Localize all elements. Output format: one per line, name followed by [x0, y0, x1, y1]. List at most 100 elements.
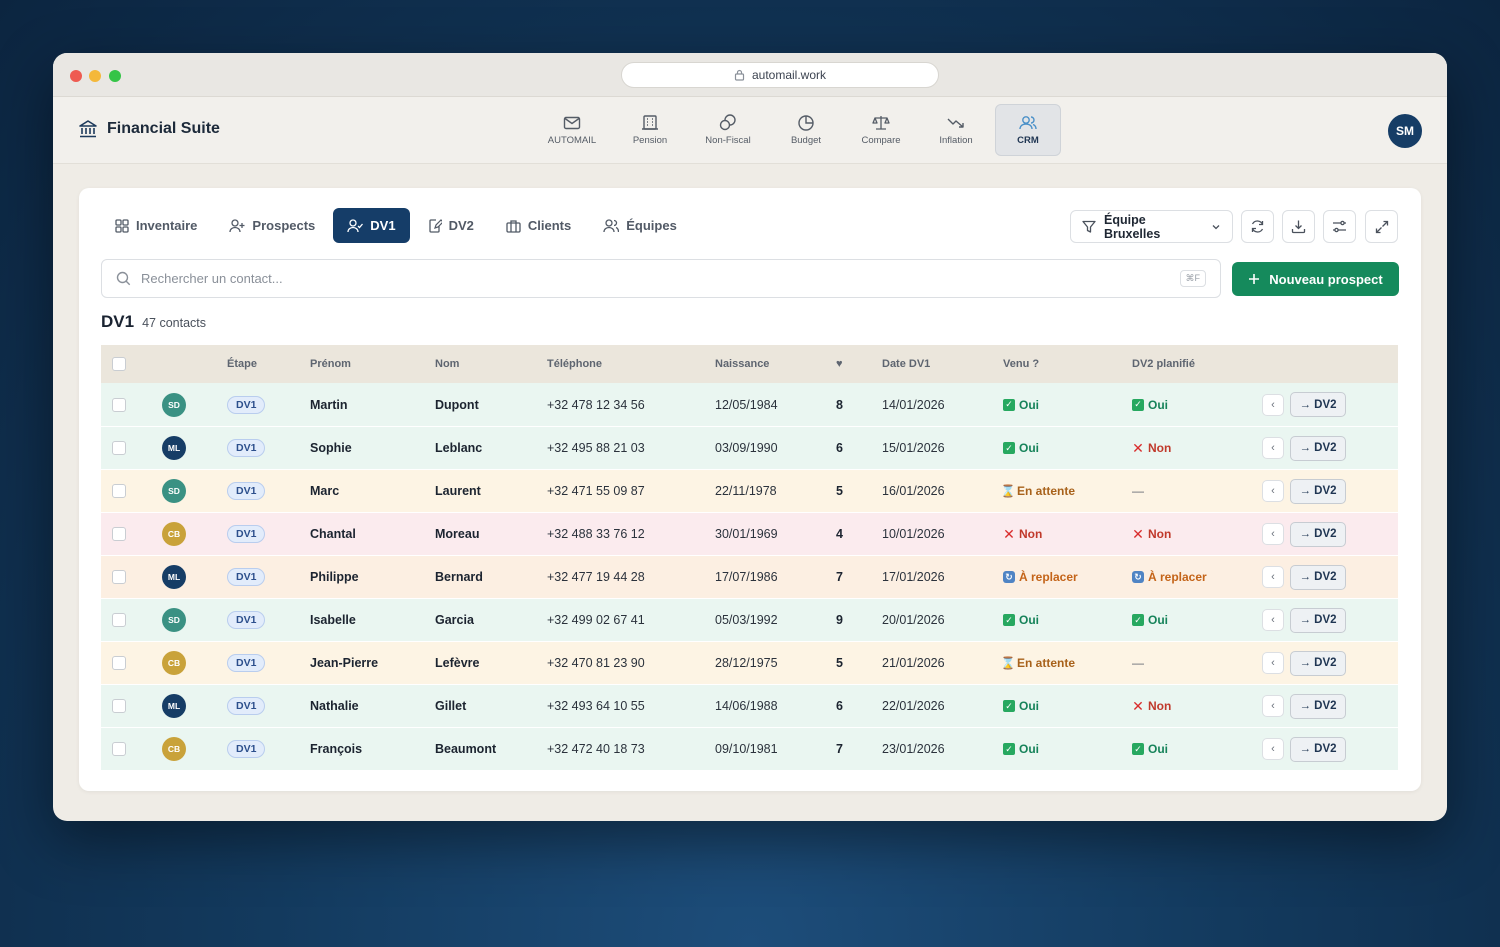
move-back-button[interactable]: ‹ — [1262, 695, 1284, 717]
minimize-window-button[interactable] — [89, 70, 101, 82]
nav-tab-label: Compare — [861, 135, 901, 146]
address-bar[interactable]: automail.work — [621, 62, 939, 88]
move-back-button[interactable]: ‹ — [1262, 609, 1284, 631]
chevron-down-icon — [1212, 224, 1220, 229]
move-to-dv2-button[interactable]: → DV2 — [1290, 478, 1346, 504]
venu-status: ✓ Oui — [1003, 742, 1039, 756]
subtab-prospects[interactable]: Prospects — [215, 208, 329, 243]
grid-icon — [115, 218, 129, 233]
move-back-button[interactable]: ‹ — [1262, 523, 1284, 545]
table-row[interactable]: SD DV1 Martin Dupont +32 478 12 34 56 12/05/1… — [101, 383, 1398, 426]
col-score-heart[interactable]: ♥ — [836, 345, 843, 383]
move-to-dv2-button[interactable]: → DV2 — [1290, 607, 1346, 633]
table-row[interactable]: ML DV1 Sophie Leblanc +32 495 88 21 03 03/09/… — [101, 426, 1398, 469]
move-back-button[interactable]: ‹ — [1262, 566, 1284, 588]
user-avatar[interactable]: SM — [1388, 114, 1422, 148]
venu-status-text: Oui — [1019, 397, 1039, 412]
venu-status: ✓ Oui — [1003, 613, 1039, 627]
col-telephone[interactable]: Téléphone — [547, 345, 602, 383]
table-row[interactable]: CB DV1 François Beaumont +32 472 40 18 73 09/… — [101, 727, 1398, 770]
download-button[interactable] — [1282, 210, 1315, 243]
expand-button[interactable] — [1365, 210, 1398, 243]
subtab-clients[interactable]: Clients — [492, 208, 585, 243]
avatar: CB — [162, 522, 186, 546]
last-name: Leblanc — [435, 441, 483, 455]
row-checkbox[interactable] — [112, 527, 126, 541]
subtab-equipes[interactable]: Équipes — [589, 208, 691, 243]
move-back-button[interactable]: ‹ — [1262, 480, 1284, 502]
table-row[interactable]: CB DV1 Chantal Moreau +32 488 33 76 12 30/01/… — [101, 512, 1398, 555]
bank-icon — [79, 120, 97, 138]
avatar: ML — [162, 565, 186, 589]
nav-tab-inflation[interactable]: Inflation — [917, 104, 995, 156]
move-to-dv2-button[interactable]: → DV2 — [1290, 650, 1346, 676]
subtab-dv1[interactable]: DV1 — [333, 208, 410, 243]
row-checkbox[interactable] — [112, 613, 126, 627]
row-checkbox[interactable] — [112, 742, 126, 756]
nav-tab-compare[interactable]: Compare — [845, 104, 917, 156]
row-checkbox[interactable] — [112, 699, 126, 713]
col-dv2-planifie[interactable]: DV2 planifié — [1132, 345, 1195, 383]
move-to-dv2-button[interactable]: → DV2 — [1290, 392, 1346, 417]
maximize-window-button[interactable] — [109, 70, 121, 82]
move-to-dv2-button[interactable]: → DV2 — [1290, 435, 1346, 461]
sliders-icon — [1333, 220, 1346, 233]
user-plus-icon — [229, 218, 245, 232]
nav-tab-budget[interactable]: Budget — [767, 104, 845, 156]
nav-tab-pension[interactable]: Pension — [611, 104, 689, 156]
move-back-button[interactable]: ‹ — [1262, 393, 1284, 416]
row-checkbox[interactable] — [112, 656, 126, 670]
refresh-button[interactable] — [1241, 210, 1274, 243]
dv1-date: 23/01/2026 — [882, 742, 945, 756]
row-checkbox[interactable] — [112, 397, 126, 412]
col-etape[interactable]: Étape — [227, 345, 257, 383]
col-nom[interactable]: Nom — [435, 345, 459, 383]
col-venu[interactable]: Venu ? — [1003, 345, 1039, 383]
move-to-dv2-button[interactable]: → DV2 — [1290, 693, 1346, 719]
row-checkbox[interactable] — [112, 484, 126, 498]
close-window-button[interactable] — [70, 70, 82, 82]
move-back-button[interactable]: ‹ — [1262, 437, 1284, 459]
settings-button[interactable] — [1323, 210, 1356, 243]
col-naissance[interactable]: Naissance — [715, 345, 769, 383]
dv2-status: ✕ Non — [1132, 698, 1171, 714]
subtab-inventaire[interactable]: Inventaire — [101, 208, 211, 243]
move-back-button[interactable]: ‹ — [1262, 652, 1284, 674]
move-to-dv2-button[interactable]: → DV2 — [1290, 564, 1346, 590]
hourglass-icon: ⌛ — [1000, 656, 1016, 670]
table-row[interactable]: ML DV1 Philippe Bernard +32 477 19 44 28 17/0… — [101, 555, 1398, 598]
nav-tab-automail[interactable]: AUTOMAIL — [533, 104, 611, 156]
move-to-dv2-button[interactable]: → DV2 — [1290, 736, 1346, 762]
nav-tab-crm[interactable]: CRM — [995, 104, 1061, 156]
table-row[interactable]: CB DV1 Jean-Pierre Lefèvre +32 470 81 23 90 2… — [101, 641, 1398, 684]
table-row[interactable]: ML DV1 Nathalie Gillet +32 493 64 10 55 14/06… — [101, 684, 1398, 727]
reschedule-icon: ↻ — [1132, 571, 1144, 583]
search-input[interactable]: Rechercher un contact... ⌘F — [101, 259, 1221, 298]
move-back-button[interactable]: ‹ — [1262, 738, 1284, 760]
move-to-dv2-button[interactable]: → DV2 — [1290, 521, 1346, 547]
table-row[interactable]: SD DV1 Marc Laurent +32 471 55 09 87 22/11/19… — [101, 469, 1398, 512]
score: 5 — [836, 484, 843, 498]
hourglass-icon: ⌛ — [1000, 484, 1016, 498]
row-checkbox[interactable] — [112, 570, 126, 584]
subtab-dv2[interactable]: DV2 — [414, 208, 488, 243]
score: 5 — [836, 656, 843, 670]
last-name: Bernard — [435, 570, 483, 584]
new-prospect-button[interactable]: Nouveau prospect — [1232, 262, 1399, 296]
team-filter-dropdown[interactable]: Équipe Bruxelles — [1070, 210, 1233, 243]
select-all-checkbox[interactable] — [112, 357, 126, 371]
dv2-status: ↻ À replacer — [1132, 570, 1207, 584]
brand[interactable]: Financial Suite — [78, 119, 220, 139]
dv1-date: 14/01/2026 — [882, 397, 945, 412]
table-row[interactable]: SD DV1 Isabelle Garcia +32 499 02 67 41 05/03… — [101, 598, 1398, 641]
nav-tab-non-fiscal[interactable]: Non-Fiscal — [689, 104, 767, 156]
col-prenom[interactable]: Prénom — [310, 345, 351, 383]
user-check-icon — [347, 218, 364, 232]
col-date-dv1[interactable]: Date DV1 — [882, 345, 930, 383]
first-name: Chantal — [310, 527, 356, 541]
check-icon: ✓ — [1132, 743, 1144, 755]
subtabs: Inventaire Prospects DV1 DV2 Clients Équ… — [101, 208, 691, 243]
avatar: CB — [162, 737, 186, 761]
row-checkbox[interactable] — [112, 441, 126, 455]
crm-card: Inventaire Prospects DV1 DV2 Clients Équ… — [79, 188, 1421, 791]
